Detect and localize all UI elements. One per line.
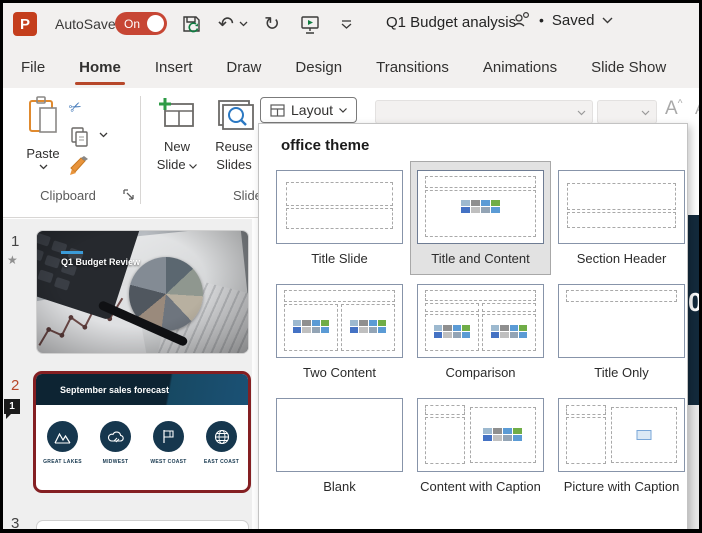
powerpoint-window: P AutoSave On ↶ ↻ Q1 Budget analysis • S… xyxy=(3,3,699,529)
cloud-icon xyxy=(100,421,131,452)
layout-button[interactable]: Layout xyxy=(260,97,357,123)
tab-file[interactable]: File xyxy=(21,59,45,76)
layout-chevron-icon xyxy=(339,108,347,113)
undo-dropdown-chevron-icon[interactable] xyxy=(237,11,249,37)
region-midwest: MIDWEST xyxy=(96,421,136,490)
new-slide-label: New Slide xyxy=(151,138,203,173)
layout-option-picture-with-caption[interactable]: Picture with Caption xyxy=(552,390,691,502)
layout-gallery-dropdown: office theme Title Slide Title and Conte… xyxy=(258,123,688,529)
theme-header: office theme xyxy=(281,137,687,154)
tab-insert[interactable]: Insert xyxy=(155,59,193,76)
slide2-region-icons: GREAT LAKES MIDWEST WEST COAST xyxy=(36,405,248,490)
slide3-number: 3 xyxy=(11,515,19,529)
save-icon[interactable] xyxy=(179,11,205,37)
slide1-thumbnail[interactable]: Q1 Budget Review xyxy=(37,231,248,353)
quick-access-more-chevron-icon[interactable] xyxy=(333,11,359,37)
powerpoint-logo-icon: P xyxy=(13,12,37,36)
start-slideshow-icon[interactable] xyxy=(297,11,323,37)
saved-status[interactable]: Saved xyxy=(552,12,595,29)
autosave-toggle[interactable]: On xyxy=(115,12,167,35)
title-bar: P AutoSave On ↶ ↻ Q1 Budget analysis • S… xyxy=(3,3,699,47)
region-west-coast: WEST COAST xyxy=(149,421,189,490)
font-size-select[interactable] xyxy=(597,100,657,124)
slide3-thumbnail[interactable] xyxy=(37,521,248,529)
decrease-font-size-button[interactable]: A xyxy=(695,101,699,119)
reuse-slides-button[interactable]: Reuse Slides xyxy=(207,96,261,173)
photo-vignette xyxy=(37,231,248,353)
layout-icon xyxy=(270,104,285,117)
slide-thumbnail-panel: 1 ★ Q1 Budget Review 2 1 September sales… xyxy=(3,219,252,529)
clipboard-group-label: Clipboard xyxy=(23,188,113,203)
layout-option-comparison[interactable]: Comparison xyxy=(411,276,550,388)
saved-chevron-icon[interactable] xyxy=(602,17,613,24)
layout-option-title-and-content[interactable]: Title and Content xyxy=(411,162,550,274)
content-placeholder-icons xyxy=(483,428,523,442)
reuse-slides-label: Reuse Slides xyxy=(207,138,261,173)
clipboard-dialog-launcher-icon[interactable] xyxy=(123,189,135,201)
content-placeholder-icons xyxy=(350,320,386,334)
slide2-number: 2 xyxy=(11,377,19,394)
tab-draw[interactable]: Draw xyxy=(226,59,261,76)
region-east-coast: EAST COAST xyxy=(202,421,242,490)
reuse-slides-icon xyxy=(214,96,254,134)
region-great-lakes: GREAT LAKES xyxy=(43,421,83,490)
layout-option-title-slide[interactable]: Title Slide xyxy=(270,162,409,274)
layout-option-content-with-caption[interactable]: Content with Caption xyxy=(411,390,550,502)
slide2-thumbnail-selected[interactable]: September sales forecast GREAT LAKES MID… xyxy=(33,371,251,493)
picture-placeholder-icon xyxy=(637,430,652,440)
paste-clipboard-icon xyxy=(26,96,60,138)
saved-dot-separator: • xyxy=(539,12,544,28)
autosave-state: On xyxy=(124,17,140,31)
autosave-label: AutoSave xyxy=(55,16,116,32)
content-placeholder-icons xyxy=(461,200,501,214)
tab-home[interactable]: Home xyxy=(79,59,121,76)
font-name-select[interactable] xyxy=(375,100,593,124)
mountains-icon xyxy=(47,421,78,452)
content-placeholder-icons xyxy=(491,325,527,339)
content-placeholder-icons xyxy=(293,320,329,334)
redo-icon[interactable]: ↻ xyxy=(259,11,285,37)
toggle-knob xyxy=(147,15,164,32)
content-placeholder-icons xyxy=(434,325,470,339)
copy-chevron-icon[interactable] xyxy=(99,132,108,138)
undo-icon[interactable]: ↶ xyxy=(213,11,239,37)
slide2-header-band: September sales forecast xyxy=(36,374,248,405)
layout-option-section-header[interactable]: Section Header xyxy=(552,162,691,274)
globe-icon xyxy=(206,421,237,452)
tab-animations[interactable]: Animations xyxy=(483,59,557,76)
slide2-animation-badge[interactable]: 1 xyxy=(4,399,20,414)
paste-button[interactable]: Paste xyxy=(17,96,69,196)
layout-label: Layout xyxy=(291,102,333,118)
document-title[interactable]: Q1 Budget analysis xyxy=(386,14,516,31)
slide1-title: Q1 Budget Review xyxy=(61,257,140,267)
copy-icon[interactable] xyxy=(69,126,91,148)
increase-font-size-button[interactable]: A^ xyxy=(665,98,682,120)
flag-icon xyxy=(153,421,184,452)
layout-option-two-content[interactable]: Two Content xyxy=(270,276,409,388)
layout-option-title-only[interactable]: Title Only xyxy=(552,276,691,388)
ribbon-tab-row: File Home Insert Draw Design Transitions… xyxy=(3,47,699,88)
layout-option-blank[interactable]: Blank xyxy=(270,390,409,502)
slide1-animation-star-icon[interactable]: ★ xyxy=(7,253,18,267)
format-painter-icon[interactable] xyxy=(67,154,91,178)
slide2-title: September sales forecast xyxy=(60,385,169,395)
paste-label: Paste xyxy=(26,146,59,161)
slide1-number: 1 xyxy=(11,233,19,250)
layout-gallery: Title Slide Title and Content Section He… xyxy=(259,158,687,502)
new-slide-icon xyxy=(157,96,197,134)
tab-transitions[interactable]: Transitions xyxy=(376,59,449,76)
tab-design[interactable]: Design xyxy=(295,59,342,76)
paste-chevron-icon xyxy=(39,164,48,170)
share-people-icon[interactable] xyxy=(511,11,531,29)
tab-slide-show[interactable]: Slide Show xyxy=(591,59,666,76)
new-slide-button[interactable]: New Slide xyxy=(151,96,203,173)
